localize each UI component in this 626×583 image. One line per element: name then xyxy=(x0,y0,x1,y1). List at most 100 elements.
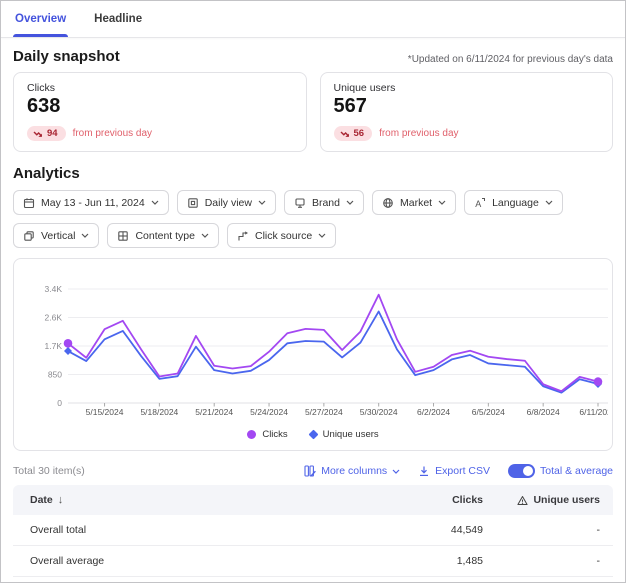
trend-down-icon xyxy=(340,129,350,139)
vertical-icon xyxy=(23,230,35,242)
legend-unique-users-label: Unique users xyxy=(323,429,379,440)
table-row[interactable]: 6/11/2024 638 567 xyxy=(13,577,613,583)
column-header-date[interactable]: Date ↓ xyxy=(13,494,373,506)
download-icon xyxy=(418,465,430,477)
view-granularity-filter[interactable]: Daily view xyxy=(177,190,276,215)
tab-headline[interactable]: Headline xyxy=(94,1,142,37)
content-type-icon xyxy=(117,230,129,242)
clicks-delta-text: from previous day xyxy=(73,128,152,139)
market-filter[interactable]: Market xyxy=(372,190,456,215)
row-date: Overall total xyxy=(13,524,373,536)
date-range-label: May 13 - Jun 11, 2024 xyxy=(41,197,145,209)
chevron-down-icon xyxy=(151,200,159,205)
legend-clicks-label: Clicks xyxy=(262,429,287,440)
chevron-down-icon xyxy=(392,469,400,474)
more-columns-icon xyxy=(304,465,316,477)
svg-text:850: 850 xyxy=(48,370,62,380)
total-average-label: Total & average xyxy=(540,465,613,477)
view-granularity-label: Daily view xyxy=(205,197,252,209)
more-columns-button[interactable]: More columns xyxy=(304,465,400,477)
trend-down-icon xyxy=(33,129,43,139)
content-type-label: Content type xyxy=(135,230,195,242)
market-label: Market xyxy=(400,197,432,209)
unique-users-card: Unique users 567 56 from previous day xyxy=(320,72,614,152)
chevron-down-icon xyxy=(545,200,553,205)
vertical-filter[interactable]: Vertical xyxy=(13,223,99,248)
row-clicks: 1,485 xyxy=(373,555,483,567)
content-type-filter[interactable]: Content type xyxy=(107,223,219,248)
svg-text:6/11/2024: 6/11/2024 xyxy=(579,407,608,417)
warning-icon xyxy=(517,495,528,506)
row-unique-users: - xyxy=(483,524,613,536)
row-clicks: 44,549 xyxy=(373,524,483,536)
analytics-chart-card: 0 850 1.7K 2.6K 3.4K 5/15/2024 5/18/2024 5/21/2… xyxy=(13,258,613,451)
chevron-down-icon xyxy=(201,233,209,238)
legend-unique-users[interactable]: Unique users xyxy=(310,429,379,440)
daily-snapshot-title: Daily snapshot xyxy=(13,48,120,65)
chevron-down-icon xyxy=(81,233,89,238)
click-source-icon xyxy=(237,230,249,242)
svg-text:A: A xyxy=(475,199,481,209)
svg-text:5/24/2024: 5/24/2024 xyxy=(250,407,288,417)
analytics-chart[interactable]: 0 850 1.7K 2.6K 3.4K 5/15/2024 5/18/2024 5/21/2… xyxy=(24,265,608,417)
unique-users-card-label: Unique users xyxy=(334,82,600,94)
unique-users-delta-badge: 56 xyxy=(334,126,373,141)
chart-legend: Clicks Unique users xyxy=(24,422,602,446)
svg-text:1.7K: 1.7K xyxy=(45,341,63,351)
clicks-card: Clicks 638 94 from previous day xyxy=(13,72,307,152)
svg-text:6/5/2024: 6/5/2024 xyxy=(472,407,505,417)
tab-overview[interactable]: Overview xyxy=(15,1,66,37)
language-filter[interactable]: A Language xyxy=(464,190,563,215)
table-row[interactable]: Overall average 1,485 - xyxy=(13,546,613,577)
clicks-card-value: 638 xyxy=(27,95,293,118)
data-table: Date ↓ Clicks Unique users Overall total… xyxy=(13,485,613,583)
svg-text:6/8/2024: 6/8/2024 xyxy=(527,407,560,417)
brand-label: Brand xyxy=(312,197,340,209)
table-row[interactable]: Overall total 44,549 - xyxy=(13,515,613,546)
language-label: Language xyxy=(492,197,539,209)
brand-filter[interactable]: Brand xyxy=(284,190,364,215)
clicks-delta-badge: 94 xyxy=(27,126,66,141)
vertical-label: Vertical xyxy=(41,230,75,242)
top-tab-bar: Overview Headline xyxy=(1,1,625,38)
unique-users-delta-text: from previous day xyxy=(379,128,458,139)
chevron-down-icon xyxy=(318,233,326,238)
click-source-filter[interactable]: Click source xyxy=(227,223,336,248)
svg-text:5/18/2024: 5/18/2024 xyxy=(140,407,178,417)
column-header-clicks[interactable]: Clicks xyxy=(373,494,483,506)
total-average-toggle[interactable] xyxy=(508,464,535,478)
snapshot-cards: Clicks 638 94 from previous day Unique u… xyxy=(13,72,613,152)
svg-text:3.4K: 3.4K xyxy=(45,284,63,294)
sort-descending-icon[interactable]: ↓ xyxy=(58,494,64,506)
svg-text:5/15/2024: 5/15/2024 xyxy=(86,407,124,417)
language-icon: A xyxy=(474,197,486,209)
daily-view-icon xyxy=(187,197,199,209)
brand-icon xyxy=(294,197,306,209)
column-header-unique-users[interactable]: Unique users xyxy=(483,494,613,506)
svg-text:5/21/2024: 5/21/2024 xyxy=(195,407,233,417)
analytics-filters: May 13 - Jun 11, 2024 Daily view Brand xyxy=(13,190,613,248)
svg-text:5/30/2024: 5/30/2024 xyxy=(360,407,398,417)
clicks-card-label: Clicks xyxy=(27,82,293,94)
date-range-filter[interactable]: May 13 - Jun 11, 2024 xyxy=(13,190,169,215)
row-unique-users: - xyxy=(483,555,613,567)
total-items-label: Total 30 item(s) xyxy=(13,465,85,477)
svg-text:0: 0 xyxy=(57,398,62,408)
updated-note: *Updated on 6/11/2024 for previous day's… xyxy=(408,54,613,65)
unique-users-series-swatch xyxy=(308,429,318,439)
legend-clicks[interactable]: Clicks xyxy=(247,429,287,440)
click-source-label: Click source xyxy=(255,230,312,242)
export-csv-button[interactable]: Export CSV xyxy=(418,465,490,477)
svg-text:5/27/2024: 5/27/2024 xyxy=(305,407,343,417)
unique-users-delta-value: 56 xyxy=(354,128,365,139)
more-columns-label: More columns xyxy=(321,465,387,477)
calendar-icon xyxy=(23,197,35,209)
chevron-down-icon xyxy=(438,200,446,205)
svg-text:6/2/2024: 6/2/2024 xyxy=(417,407,450,417)
svg-text:2.6K: 2.6K xyxy=(45,313,63,323)
table-header-row: Date ↓ Clicks Unique users xyxy=(13,485,613,515)
unique-users-card-value: 567 xyxy=(334,95,600,118)
clicks-series-swatch xyxy=(247,430,256,439)
export-csv-label: Export CSV xyxy=(435,465,490,477)
table-toolbar: Total 30 item(s) More columns xyxy=(13,464,613,478)
